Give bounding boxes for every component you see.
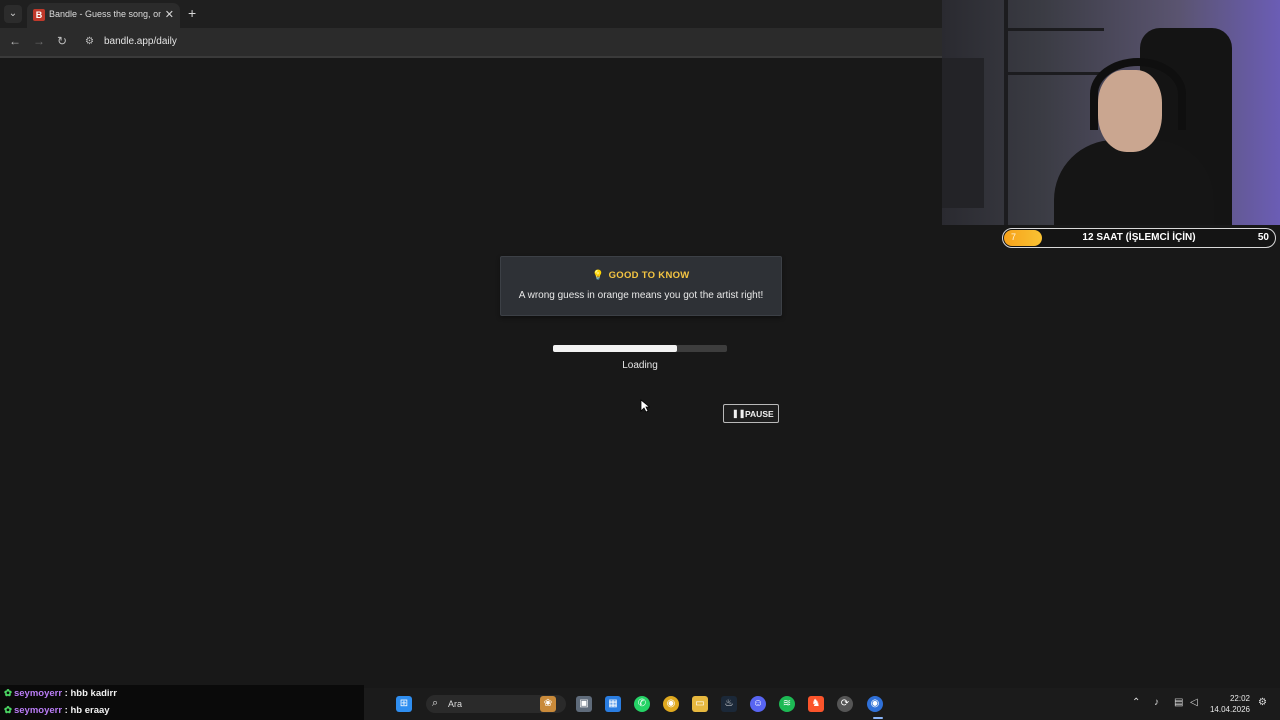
chat-text: hbb kadirr — [70, 688, 117, 699]
pause-label: PAUSE — [745, 409, 774, 419]
search-icon: ⌕ — [432, 697, 439, 709]
chrome-icon[interactable]: ◉ — [663, 696, 679, 712]
loading-progress-bar — [553, 345, 727, 352]
steam-icon[interactable]: ♨ — [721, 696, 737, 712]
clock-date: 14.04.2026 — [1209, 705, 1250, 714]
good-to-know-notice: 💡 GOOD TO KNOW A wrong guess in orange me… — [500, 256, 782, 316]
tab-title: Bandle - Guess the song, one in — [49, 9, 161, 19]
task-view-icon[interactable]: ▣ — [576, 696, 592, 712]
site-info-icon[interactable]: ⚙ — [85, 36, 94, 47]
chat-username: seymoyerr — [13, 688, 63, 699]
stream-goal-target: 50 — [1257, 232, 1269, 243]
back-icon[interactable]: ← — [9, 34, 21, 48]
browser-toolbar: ← → ↻ ⚙ bandle.app/daily — [0, 28, 942, 56]
new-tab-button[interactable]: + — [188, 5, 196, 21]
chat-text: hb eraay — [70, 705, 110, 716]
tray-overflow-icon[interactable]: ⌃ — [1132, 697, 1140, 708]
browser-tab[interactable]: B Bandle - Guess the song, one in ✕ — [27, 3, 180, 28]
system-clock[interactable]: 22:02 14.04.2026 — [1200, 693, 1250, 715]
lightbulb-icon: 💡 — [592, 270, 605, 281]
mouse-cursor-icon — [640, 399, 650, 413]
loading-status: Loading — [622, 360, 658, 371]
discord-icon[interactable]: ☺ — [750, 696, 766, 712]
whatsapp-icon[interactable]: ✆ — [634, 696, 650, 712]
browser-tabstrip: ⌄ B Bandle - Guess the song, one in ✕ + — [0, 0, 942, 28]
address-bar[interactable]: bandle.app/daily — [104, 36, 177, 47]
shelf-board — [1004, 72, 1104, 75]
chrome-active-icon[interactable]: ◉ — [867, 696, 883, 712]
store-icon[interactable]: ▦ — [605, 696, 621, 712]
stream-goal-widget: 7 12 SAAT (İŞLEMCİ İÇİN) 50 — [1002, 228, 1276, 248]
spotify-icon[interactable]: ≋ — [779, 696, 795, 712]
shelf-board — [1004, 28, 1104, 31]
forward-icon[interactable]: → — [33, 34, 45, 48]
chat-badge-icon: ✿ — [4, 688, 12, 699]
notice-text: A wrong guess in orange means you got th… — [518, 290, 764, 301]
chat-message: ✿ seymoyerr : hb eraay — [4, 705, 110, 716]
webcam-feed — [942, 0, 1280, 225]
reload-icon[interactable]: ↻ — [57, 34, 67, 48]
chat-badge-icon: ✿ — [4, 705, 12, 716]
notice-heading: 💡 GOOD TO KNOW — [501, 270, 781, 281]
bandle-favicon-icon: B — [33, 9, 45, 21]
chat-overlay: ✿ seymoyerr : hbb kadirr ✿ seymoyerr : hb … — [0, 685, 364, 720]
brave-icon[interactable]: ♞ — [808, 696, 824, 712]
volume-icon[interactable]: ◁ — [1190, 697, 1198, 708]
streamer-body — [1054, 140, 1214, 225]
chat-username: seymoyerr — [13, 705, 63, 716]
search-highlight-icon: ❀ — [540, 696, 556, 712]
network-icon[interactable]: ▤ — [1174, 697, 1183, 708]
close-icon[interactable]: ✕ — [165, 8, 174, 21]
windows-taskbar: ⊞ ⌕ Ara ❀ ▣ ▦ ✆ ◉ ▭ ♨ ☺ ≋ ♞ ⟳ ◉ ⌃ ♪ ▤ ◁ … — [364, 688, 1280, 720]
loading-progress-fill — [553, 345, 677, 352]
headphones — [1090, 58, 1186, 130]
shelf-post — [1004, 0, 1008, 225]
pause-button[interactable]: ❚❚ PAUSE — [723, 404, 779, 423]
toolbar-divider — [0, 56, 942, 58]
clock-time: 22:02 — [1229, 694, 1250, 703]
app-icon[interactable]: ⟳ — [837, 696, 853, 712]
tab-search-icon[interactable]: ⌄ — [4, 5, 22, 23]
speaker — [942, 58, 984, 208]
stream-goal-title: 12 SAAT (İŞLEMCİ İÇİN) — [1082, 232, 1196, 243]
pause-icon: ❚❚ — [732, 409, 746, 418]
file-explorer-icon[interactable]: ▭ — [692, 696, 708, 712]
notice-heading-text: GOOD TO KNOW — [608, 270, 690, 281]
chat-message: ✿ seymoyerr : hbb kadirr — [4, 688, 117, 699]
windows-start-icon[interactable]: ⊞ — [396, 696, 412, 712]
notification-icon[interactable]: ⚙ — [1258, 697, 1267, 708]
taskbar-search-label: Ara — [448, 699, 463, 709]
active-app-indicator — [873, 717, 883, 719]
microphone-icon[interactable]: ♪ — [1154, 697, 1159, 708]
